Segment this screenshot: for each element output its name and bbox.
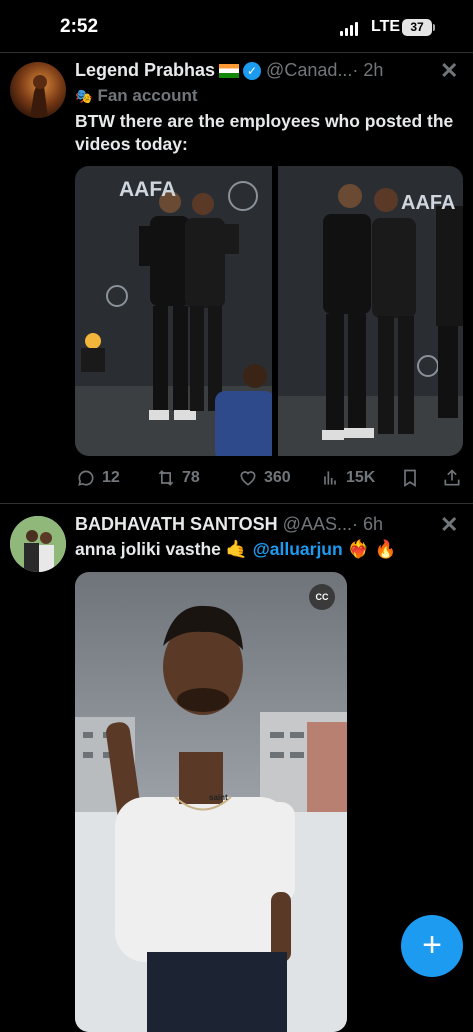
banner-text-right: AAFA: [401, 192, 456, 214]
tweet-text: BTW there are the employees who posted t…: [75, 111, 454, 154]
tweet-header: BADHAVATH SANTOSH @AAS... · 6h: [75, 514, 383, 535]
display-name[interactable]: BADHAVATH SANTOSH: [75, 514, 278, 535]
handle[interactable]: @Canad...: [266, 60, 352, 81]
share-button[interactable]: [442, 468, 462, 488]
banner-text-left: AAFA: [119, 178, 177, 201]
event-photo-left: [75, 166, 272, 456]
network-label: LTE: [371, 18, 401, 35]
divider: [0, 503, 473, 504]
closed-captions-icon[interactable]: CC: [309, 584, 335, 610]
status-time: 2:52: [60, 16, 99, 37]
fan-account-label: 🎭 Fan account: [75, 86, 198, 105]
timestamp[interactable]: · 2h: [352, 60, 383, 81]
close-icon[interactable]: ✕: [440, 512, 458, 538]
heart-icon: [240, 471, 256, 486]
mask-icon: 🎭: [75, 87, 93, 104]
hand-emoji-icon: 🤙: [225, 539, 248, 559]
media-image-left[interactable]: AAFA: [75, 166, 272, 456]
media-image-right[interactable]: AAFA: [278, 166, 463, 456]
video-frame: [75, 572, 347, 1032]
mention-link[interactable]: @alluarjun: [253, 538, 343, 561]
bookmark-button[interactable]: [400, 468, 420, 488]
signal-icon: [340, 22, 358, 36]
shirt-text: saint: [209, 793, 228, 802]
heart-fire-emoji-icon: ❤️‍🔥: [347, 539, 370, 559]
tweet-video[interactable]: saint: [75, 572, 347, 1032]
avatar-image: [10, 516, 66, 572]
display-name[interactable]: Legend Prabhas: [75, 60, 215, 81]
close-icon[interactable]: ✕: [440, 58, 458, 84]
reply-icon: [78, 470, 94, 486]
tweet-text: anna joliki vasthe 🤙 @alluarjun ❤️‍🔥 🔥: [75, 538, 397, 561]
share-icon: [444, 469, 460, 486]
battery-tip: [433, 24, 435, 31]
india-flag-icon: [219, 63, 240, 78]
like-button[interactable]: 360: [238, 468, 291, 488]
handle[interactable]: @AAS...: [283, 514, 352, 535]
timestamp[interactable]: · 6h: [352, 514, 383, 535]
battery-icon: 37: [402, 19, 432, 36]
compose-button[interactable]: +: [401, 915, 463, 977]
fire-emoji-icon: 🔥: [374, 539, 397, 559]
avatar[interactable]: [10, 516, 66, 572]
reply-button[interactable]: 12: [76, 468, 120, 488]
bookmark-icon: [404, 469, 416, 488]
plus-icon: +: [422, 926, 442, 964]
views-button[interactable]: 15K: [320, 468, 375, 488]
repost-button[interactable]: 78: [156, 468, 200, 488]
views-count: 15K: [346, 469, 376, 486]
verified-badge-icon: ✓: [243, 61, 262, 80]
divider: [0, 52, 473, 53]
tweet-media[interactable]: AAFA AAFA: [75, 166, 463, 456]
repost-count: 78: [182, 469, 200, 486]
tweet-header: Legend Prabhas ✓ @Canad... · 2h: [75, 60, 383, 81]
like-count: 360: [264, 469, 291, 486]
avatar-image: [30, 75, 48, 118]
avatar[interactable]: [10, 62, 66, 118]
reply-count: 12: [102, 469, 120, 486]
views-icon: [324, 471, 336, 485]
repost-icon: [158, 470, 174, 486]
